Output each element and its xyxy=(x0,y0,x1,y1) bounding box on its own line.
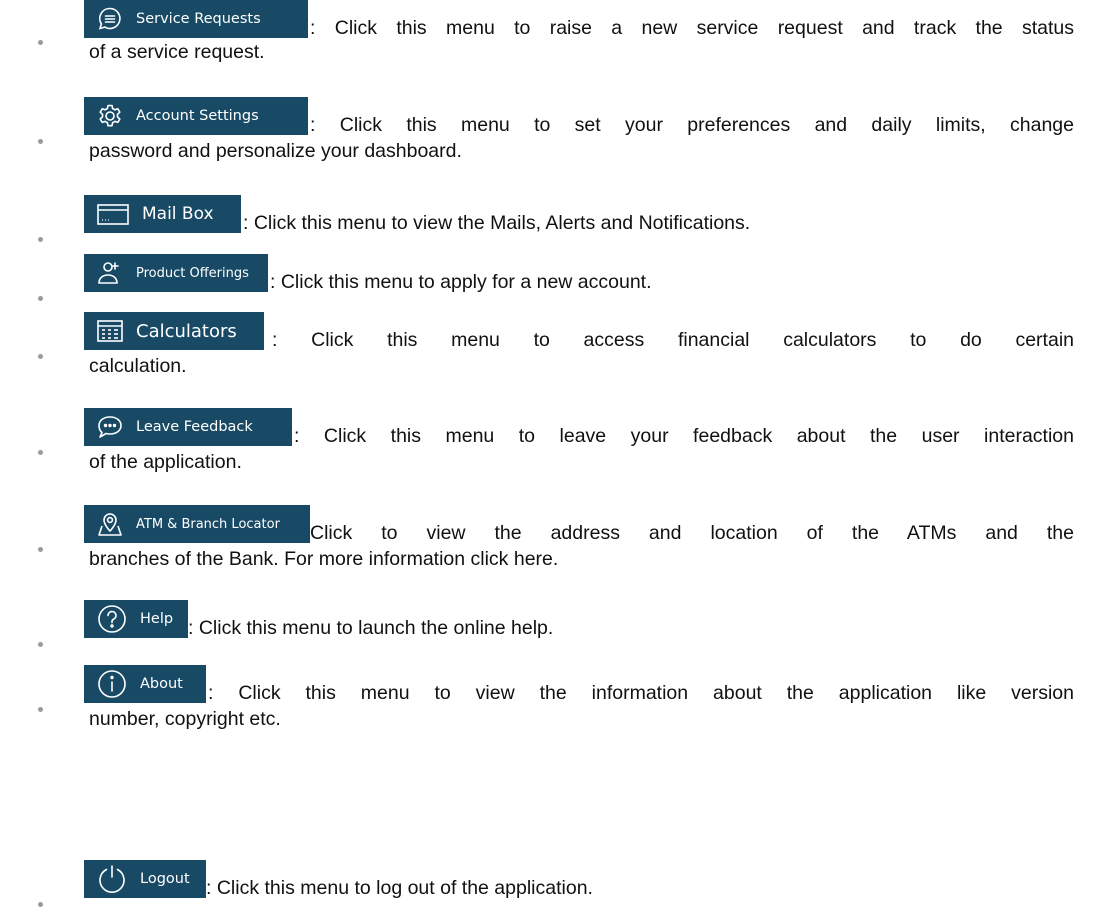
menu-description-continued: calculation. xyxy=(89,355,187,377)
calculator-icon xyxy=(96,317,124,345)
feedback-bubble-icon xyxy=(96,413,124,441)
chat-bubble-lines-icon xyxy=(96,5,124,33)
menu-description: : Click this menu to apply for a new acc… xyxy=(270,271,652,293)
menu-label: Help xyxy=(140,611,174,627)
map-pin-icon xyxy=(96,510,124,538)
menu-description: : Click this menu to access financial ca… xyxy=(272,329,1074,351)
menu-label: Calculators xyxy=(136,320,237,342)
bullet xyxy=(38,902,43,907)
menu-label: ATM & Branch Locator xyxy=(136,516,280,532)
info-circle-icon xyxy=(96,668,128,700)
leave-feedback-menu-button[interactable]: Leave Feedback xyxy=(84,408,292,446)
product-offerings-menu-button[interactable]: Product Offerings xyxy=(84,254,268,292)
menu-description-continued: branches of the Bank. For more informati… xyxy=(89,548,559,570)
bullet xyxy=(38,354,43,359)
menu-label: About xyxy=(140,676,183,692)
menu-description-continued: of a service request. xyxy=(89,41,265,63)
mail-box-menu-button[interactable]: Mail Box xyxy=(84,195,241,233)
calculators-menu-button[interactable]: Calculators xyxy=(84,312,264,350)
atm-branch-locator-menu-button[interactable]: ATM & Branch Locator xyxy=(84,505,310,543)
menu-description-continued: number, copyright etc. xyxy=(89,708,281,730)
mailbox-icon xyxy=(96,200,130,228)
power-icon xyxy=(96,863,128,895)
menu-label: Service Requests xyxy=(136,11,261,27)
about-menu-button[interactable]: About xyxy=(84,665,206,703)
bullet xyxy=(38,40,43,45)
menu-label: Product Offerings xyxy=(136,265,249,281)
question-circle-icon xyxy=(96,603,128,635)
help-menu-button[interactable]: Help xyxy=(84,600,188,638)
logout-menu-button[interactable]: Logout xyxy=(84,860,206,898)
bullet xyxy=(38,139,43,144)
gear-icon xyxy=(96,102,124,130)
bullet xyxy=(38,296,43,301)
bullet xyxy=(38,547,43,552)
bullet xyxy=(38,642,43,647)
menu-description: : Click this menu to log out of the appl… xyxy=(206,877,593,899)
menu-description: : Click this menu to view the informatio… xyxy=(208,682,1074,704)
menu-description: : Click this menu to leave your feedback… xyxy=(294,425,1074,447)
menu-description: : Click this menu to set your preference… xyxy=(310,114,1074,136)
menu-description-continued: password and personalize your dashboard. xyxy=(89,140,462,162)
menu-description: : Click this menu to raise a new service… xyxy=(310,17,1074,39)
menu-description: : Click this menu to launch the online h… xyxy=(188,617,554,639)
menu-help-list: Service Requests : Click this menu to ra… xyxy=(0,0,1100,913)
bullet xyxy=(38,450,43,455)
add-user-icon xyxy=(96,259,124,287)
menu-description: Click to view the address and location o… xyxy=(310,522,1074,544)
bullet xyxy=(38,707,43,712)
menu-description-continued: of the application. xyxy=(89,451,242,473)
menu-label: Mail Box xyxy=(142,204,214,224)
service-requests-menu-button[interactable]: Service Requests xyxy=(84,0,308,38)
menu-label: Leave Feedback xyxy=(136,419,253,435)
account-settings-menu-button[interactable]: Account Settings xyxy=(84,97,308,135)
menu-label: Account Settings xyxy=(136,108,259,124)
menu-description: : Click this menu to view the Mails, Ale… xyxy=(243,212,751,234)
bullet xyxy=(38,237,43,242)
menu-label: Logout xyxy=(140,871,190,887)
